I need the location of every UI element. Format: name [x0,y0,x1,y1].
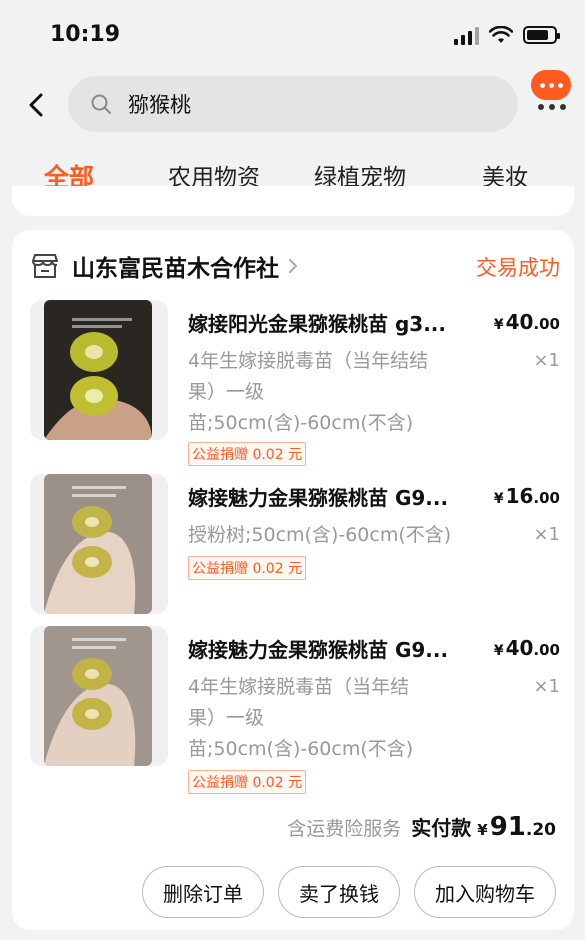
item-quantity: ×1 [533,350,560,371]
battery-fill [527,30,548,40]
item-quantity: ×1 [533,676,560,697]
delete-order-button[interactable]: 删除订单 [142,866,264,918]
item-spec-line: 苗;50cm(含)-60cm(不含) [188,412,414,434]
item-spec: 4年生嫁接脱毒苗（当年结结 果）一级 苗;50cm(含)-60cm(不含) [188,346,498,439]
item-quantity: ×1 [533,524,560,545]
total-currency: ¥ [477,821,488,839]
order-actions: 删除订单 卖了换钱 加入购物车 [142,866,556,918]
item-spec-line: 授粉树;50cm(含)-60cm(不含) [188,524,452,546]
status-icons [454,25,560,45]
chevron-right-icon [289,259,298,273]
message-icon [531,70,571,100]
search-icon [91,94,111,114]
shop-name: 山东富民苗木合作社 [72,256,279,282]
order-total: 含运费险服务 实付款 ¥ 91 .20 [287,812,556,842]
order-status: 交易成功 [476,256,560,280]
cellular-signal-icon [454,25,479,45]
order-item[interactable]: 嫁接阳光金果猕猴桃苗 g3... 4年生嫁接脱毒苗（当年结结 果）一级 苗;50… [30,300,560,466]
item-price: ¥40.00 [493,636,560,660]
item-spec: 4年生嫁接脱毒苗（当年结 果）一级 苗;50cm(含)-60cm(不含) [188,672,498,765]
battery-icon [523,26,560,44]
wifi-icon [489,26,513,43]
charity-badge: 公益捐赠 0.02 元 [188,442,307,466]
item-title: 嫁接阳光金果猕猴桃苗 g3... [188,312,446,336]
charity-badge: 公益捐赠 0.02 元 [188,770,307,794]
order-item[interactable]: 嫁接魅力金果猕猴桃苗 G9... 4年生嫁接脱毒苗（当年结 果）一级 苗;50c… [30,626,560,794]
order-card: 山东富民苗木合作社 交易成功 嫁接阳光金果猕猴桃苗 g3... 4年生嫁接脱毒苗… [12,230,574,930]
total-label: 实付款 [411,816,472,840]
item-title: 嫁接魅力金果猕猴桃苗 G9... [188,638,449,662]
more-menu-button[interactable] [531,70,573,110]
status-bar: 10:19 [0,0,585,70]
resell-button[interactable]: 卖了换钱 [278,866,400,918]
previous-order-card-edge [12,186,574,216]
item-price: ¥16.00 [493,484,560,508]
item-spec: 授粉树;50cm(含)-60cm(不含) [188,520,498,551]
item-spec-line: 苗;50cm(含)-60cm(不含) [188,738,414,760]
total-cents: .20 [525,820,556,840]
item-spec-line: 4年生嫁接脱毒苗（当年结结 [188,350,429,372]
charity-badge: 公益捐赠 0.02 元 [188,556,307,580]
item-spec-line: 4年生嫁接脱毒苗（当年结 [188,676,410,698]
add-to-cart-button[interactable]: 加入购物车 [414,866,556,918]
shop-icon [32,254,58,278]
item-spec-line: 果）一级 [188,381,265,403]
product-image [44,626,152,766]
product-image [44,300,152,440]
search-query: 猕猴桃 [128,93,191,117]
shipping-insurance-note: 含运费险服务 [287,818,402,840]
shop-row[interactable]: 山东富民苗木合作社 交易成功 [30,246,560,286]
more-icon [531,104,573,110]
search-row: 猕猴桃 [0,70,585,134]
item-spec-line: 果）一级 [188,707,265,729]
total-amount: 91 [489,812,526,842]
status-time: 10:19 [50,22,121,47]
product-image [44,474,152,614]
item-title: 嫁接魅力金果猕猴桃苗 G9... [188,486,449,510]
back-icon[interactable] [22,90,52,120]
item-price: ¥40.00 [493,310,560,334]
search-input[interactable]: 猕猴桃 [68,76,518,132]
order-item[interactable]: 嫁接魅力金果猕猴桃苗 G9... 授粉树;50cm(含)-60cm(不含) ¥1… [30,474,560,622]
